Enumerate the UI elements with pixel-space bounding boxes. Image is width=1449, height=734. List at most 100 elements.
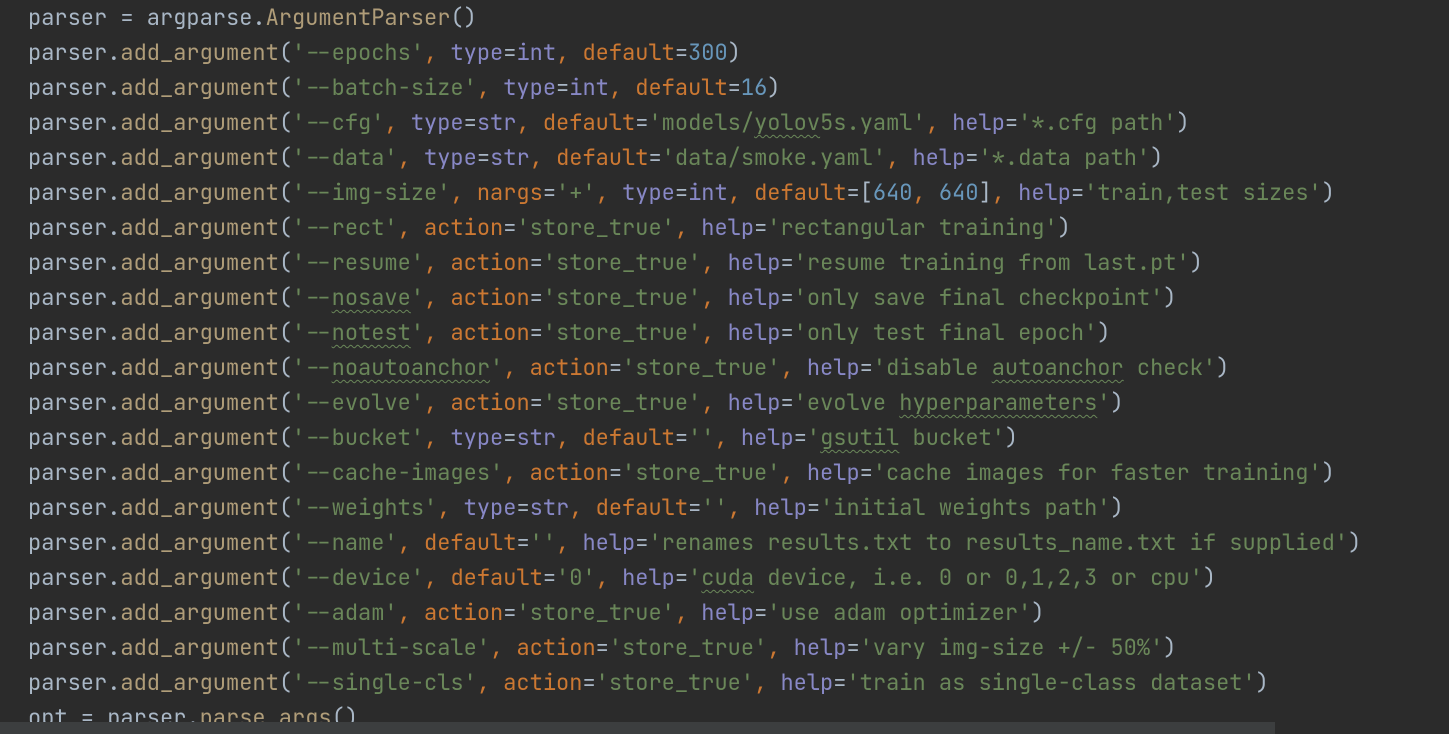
code-token: 'initial weights path' [820,493,1110,522]
code-token: = [503,423,516,452]
code-line[interactable]: parser.add_argument('--device', default=… [28,560,1449,595]
code-line[interactable]: parser.add_argument('--img-size', nargs=… [28,175,1449,210]
code-line[interactable]: parser.add_argument('--batch-size', type… [28,70,1449,105]
code-token: 'store_true' [622,458,780,487]
code-line[interactable]: parser = argparse.ArgumentParser() [28,0,1449,35]
code-token: ( [279,318,292,347]
code-token: 'store_true' [543,388,701,417]
code-token: add_argument [120,108,278,137]
code-token: noautoanchor [332,353,490,382]
code-token: ( [279,353,292,382]
code-token: ( [279,598,292,627]
code-token: ( [279,108,292,137]
code-token: = [780,318,793,347]
code-token: , [609,73,635,102]
code-line[interactable]: parser.add_argument('--resume', action='… [28,245,1449,280]
code-token: , [450,178,476,207]
code-token: action [503,668,582,697]
code-token: parser. [28,563,120,592]
code-token: '--adam' [292,598,398,627]
code-token: , [886,143,912,172]
code-token: '--epochs' [292,38,424,67]
code-token: parser = argparse. [28,3,266,32]
code-token: str [477,108,517,137]
code-line[interactable]: parser.add_argument('--multi-scale', act… [28,630,1449,665]
code-token: action [450,388,529,417]
code-line[interactable]: parser.add_argument('--bucket', type=str… [28,420,1449,455]
code-token: ( [279,38,292,67]
code-token: ( [279,528,292,557]
code-token: , [516,108,542,137]
code-token: 'store_true' [543,248,701,277]
code-token: = [807,493,820,522]
code-token: action [516,633,595,662]
code-token: add_argument [120,178,278,207]
code-token: = [780,388,793,417]
code-token: cuda [701,563,754,592]
code-token: , [424,318,450,347]
code-token: parser. [28,318,120,347]
code-token: , [424,388,450,417]
code-token: 640 [873,178,913,207]
code-token: type [503,73,556,102]
code-token: , [530,143,556,172]
code-token: ) [1163,633,1176,662]
code-token: , [398,143,424,172]
code-token: add_argument [120,388,278,417]
code-token: '' [530,528,556,557]
code-token: help [754,493,807,522]
code-token: '--bucket' [292,423,424,452]
code-token: parser. [28,213,120,242]
code-line[interactable]: parser.add_argument('--adam', action='st… [28,595,1449,630]
code-token: help [741,423,794,452]
code-token: , [424,38,450,67]
code-token: default [543,108,635,137]
code-token: = [1005,108,1018,137]
code-token: ) [1322,458,1335,487]
code-token: '--cache-images' [292,458,503,487]
code-token: ( [279,493,292,522]
code-token: type [450,38,503,67]
code-token: action [530,353,609,382]
code-token: = [530,388,543,417]
code-token: 16 [741,73,767,102]
code-line[interactable]: parser.add_argument('--cache-images', ac… [28,455,1449,490]
code-token: , [503,353,529,382]
code-token: type [464,493,517,522]
code-token: '--single-cls' [292,668,477,697]
code-line[interactable]: parser.add_argument('--cfg', type=str, d… [28,105,1449,140]
code-token: = [596,633,609,662]
code-token: parser. [28,248,120,277]
code-token: '--img-size' [292,178,450,207]
code-token: ( [279,563,292,592]
code-token: '' [701,493,727,522]
code-token: = [675,563,688,592]
code-token: '--resume' [292,248,424,277]
code-token: parser. [28,73,120,102]
code-line[interactable]: parser.add_argument('--name', default=''… [28,525,1449,560]
code-line[interactable]: parser.add_argument('--weights', type=st… [28,490,1449,525]
code-token: '-- [292,283,332,312]
code-token: , [424,283,450,312]
code-token: , [926,108,952,137]
horizontal-scrollbar[interactable] [0,722,1275,734]
code-line[interactable]: parser.add_argument('--evolve', action='… [28,385,1449,420]
code-token: , [675,598,701,627]
code-token: ) [1322,178,1335,207]
code-token: help [622,563,675,592]
code-line[interactable]: parser.add_argument('--nosave', action='… [28,280,1449,315]
code-line[interactable]: parser.add_argument('--epochs', type=int… [28,35,1449,70]
code-token: ( [279,143,292,172]
code-line[interactable]: parser.add_argument('--single-cls', acti… [28,665,1449,700]
code-line[interactable]: parser.add_argument('--data', type=str, … [28,140,1449,175]
code-token: , [398,598,424,627]
code-editor[interactable]: parser = argparse.ArgumentParser()parser… [0,0,1449,734]
code-token: 'store_true' [543,283,701,312]
code-token: = [675,178,688,207]
code-line[interactable]: parser.add_argument('--rect', action='st… [28,210,1449,245]
code-token: autoanchor [992,353,1124,382]
code-token: , [754,668,780,697]
code-line[interactable]: parser.add_argument('--noautoanchor', ac… [28,350,1449,385]
code-token: help [807,458,860,487]
code-line[interactable]: parser.add_argument('--notest', action='… [28,315,1449,350]
